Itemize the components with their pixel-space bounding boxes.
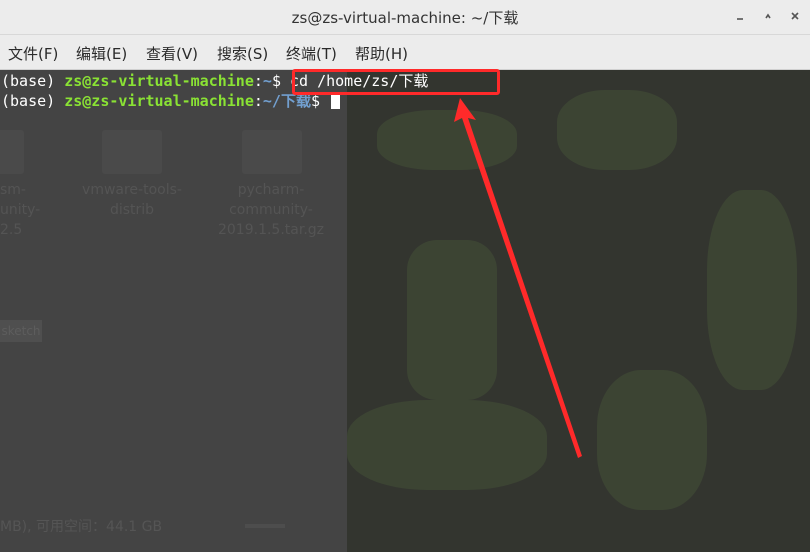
user-host: zs@zs-virtual-machine — [64, 92, 254, 110]
menu-view[interactable]: 查看(V) — [146, 43, 198, 64]
prompt-separator: : — [253, 72, 263, 90]
menu-search[interactable]: 搜索(S) — [217, 43, 268, 64]
current-path: ~ — [262, 72, 272, 90]
prompt-symbol: $ — [271, 72, 290, 90]
terminal-line: (base) zs@zs-virtual-machine:~/下载$ — [1, 91, 341, 111]
menu-file[interactable]: 文件(F) — [8, 43, 58, 64]
file-label: sm- unity- 2.5 — [0, 182, 41, 238]
file-manager-background: sm- unity- 2.5 vmware-tools- distrib pyc… — [0, 70, 347, 552]
prompt-separator: : — [253, 92, 263, 110]
maximize-icon[interactable] — [756, 4, 780, 28]
highlight-box — [292, 69, 500, 95]
archive-icon — [242, 130, 302, 174]
user-host: zs@zs-virtual-machine — [64, 72, 254, 90]
text-cursor — [331, 93, 341, 109]
menu-terminal[interactable]: 终端(T) — [286, 43, 337, 64]
window-title: zs@zs-virtual-machine: ~/下载 — [291, 9, 519, 27]
file-label: vmware-tools- distrib — [82, 182, 182, 218]
conda-env-label: (base) — [1, 92, 65, 110]
background-scrollbar — [245, 524, 285, 528]
wallpaper-background — [347, 70, 810, 552]
file-label: pycharm- community- 2019.1.5.tar.gz — [217, 182, 325, 238]
background-status: MB), 可用空间：44.1 GB — [0, 519, 163, 535]
minimize-icon[interactable] — [728, 4, 752, 28]
terminal-area[interactable]: sm- unity- 2.5 vmware-tools- distrib pyc… — [0, 70, 810, 552]
conda-env-label: (base) — [1, 72, 65, 90]
close-icon[interactable] — [783, 4, 807, 28]
folder-icon — [102, 130, 162, 174]
title-bar[interactable]: zs@zs-virtual-machine: ~/下载 — [0, 0, 810, 35]
menu-edit[interactable]: 编辑(E) — [76, 43, 127, 64]
file-icon — [0, 130, 24, 174]
terminal-window: zs@zs-virtual-machine: ~/下载 文件(F) 编辑(E) … — [0, 0, 810, 552]
menu-help[interactable]: 帮助(H) — [355, 43, 408, 64]
background-tag: sketch — [0, 320, 42, 342]
menu-bar: 文件(F) 编辑(E) 查看(V) 搜索(S) 终端(T) 帮助(H) — [0, 35, 810, 70]
